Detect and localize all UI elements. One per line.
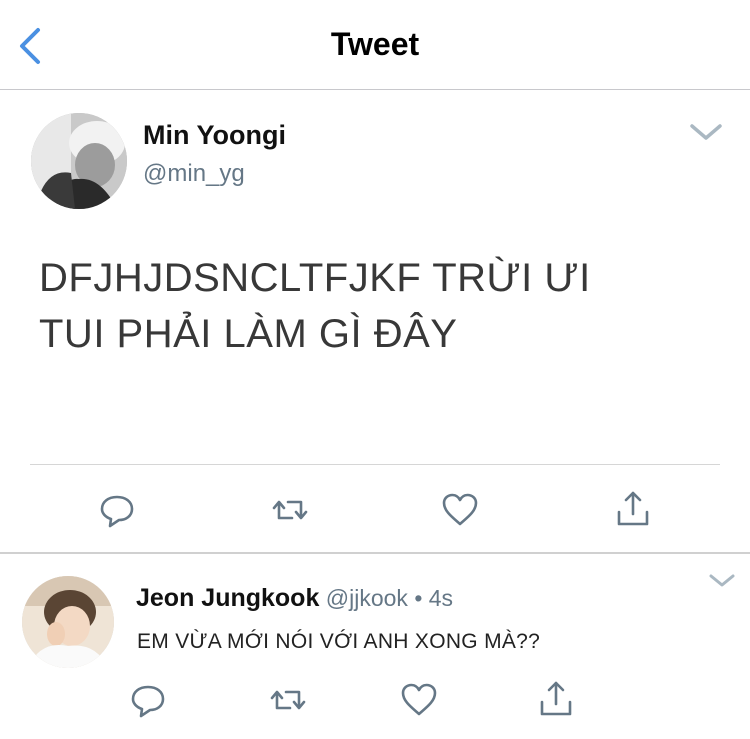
share-button[interactable]	[536, 678, 576, 718]
reply-icon	[100, 495, 134, 528]
share-icon	[617, 491, 649, 526]
tweet-text-line: DFJHJDSNCLTFJKF TRỪI ƯI	[39, 256, 591, 300]
avatar[interactable]	[31, 113, 127, 209]
retweet-icon	[270, 690, 306, 710]
retweet-button[interactable]	[268, 680, 308, 720]
share-button[interactable]	[613, 488, 653, 528]
divider	[30, 464, 720, 465]
like-button[interactable]	[399, 680, 439, 720]
avatar[interactable]	[22, 576, 114, 668]
like-button[interactable]	[440, 490, 480, 530]
tweet-text-line: TUI PHẢI LÀM GÌ ĐÂY	[39, 312, 458, 356]
heart-icon	[442, 493, 478, 526]
reply-author-handle[interactable]: @jjkook	[326, 585, 408, 611]
reply-timestamp: 4s	[428, 585, 454, 611]
heart-icon	[401, 683, 437, 716]
avatar-photo	[31, 113, 127, 209]
author-handle[interactable]: @min_yg	[143, 160, 245, 188]
nav-bar: Tweet	[0, 0, 750, 90]
reply-text: EM VỪA MỚI NÓI VỚI ANH XONG MÀ??	[137, 630, 541, 653]
avatar-photo	[22, 576, 114, 668]
reply-icon	[131, 685, 165, 718]
reply-button[interactable]	[128, 680, 168, 720]
author-name[interactable]: Min Yoongi	[143, 120, 286, 151]
more-options-button[interactable]	[688, 120, 724, 144]
reply-more-options-button[interactable]	[708, 572, 736, 590]
chevron-down-icon	[709, 574, 735, 587]
reply-author-name[interactable]: Jeon Jungkook	[136, 584, 319, 612]
retweet-icon	[272, 500, 308, 520]
reply-tweet[interactable]: Jeon Jungkook @jjkook • 4s EM VỪA MỚI NÓ…	[0, 554, 750, 739]
share-icon	[540, 681, 572, 716]
chevron-down-icon	[690, 124, 722, 140]
page-title: Tweet	[330, 26, 420, 62]
reply-button[interactable]	[97, 490, 137, 530]
tweet-text: DFJHJDSNCLTFJKF TRỪI ƯI TUI PHẢI LÀM GÌ …	[39, 250, 719, 362]
separator: •	[414, 585, 423, 611]
retweet-button[interactable]	[270, 490, 310, 530]
reply-header: Jeon Jungkook @jjkook • 4s	[136, 584, 453, 613]
